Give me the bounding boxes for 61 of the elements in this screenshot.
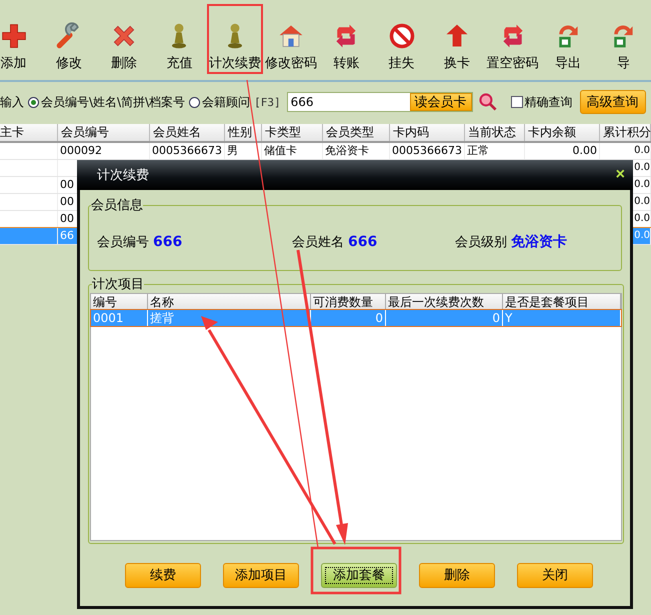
- table-cell: 0001: [91, 310, 148, 326]
- field-value: 免浴资卡: [511, 233, 567, 251]
- checkbox-label: 精确查询: [524, 94, 573, 110]
- column-header[interactable]: 会员姓名: [150, 124, 225, 141]
- table-cell: 正常: [465, 143, 525, 159]
- group-title: 计次项目: [92, 276, 144, 293]
- search-prefix-label: 输入: [0, 94, 24, 110]
- toolbar-button[interactable]: 换卡: [429, 0, 485, 74]
- table-cell: 0: [386, 310, 503, 326]
- radio-button[interactable]: [28, 96, 39, 108]
- column-header[interactable]: 主卡: [0, 124, 58, 141]
- column-header[interactable]: 性别: [225, 124, 262, 141]
- table-cell: 0005366673: [390, 143, 465, 159]
- exact-checkbox-option[interactable]: 精确查询: [510, 94, 573, 110]
- toolbar-button[interactable]: 修改密码: [262, 0, 319, 74]
- radio-option[interactable]: 会籍顾问: [189, 94, 250, 110]
- column-header[interactable]: 当前状态: [465, 124, 525, 141]
- toolbar-button[interactable]: 转账: [318, 0, 374, 74]
- checkbox[interactable]: [510, 96, 523, 108]
- column-header[interactable]: 会员编号: [58, 124, 150, 141]
- read-card-button[interactable]: 读会员卡: [410, 93, 472, 111]
- toolbar-button[interactable]: 导出: [540, 0, 596, 74]
- dialog-button[interactable]: 关闭: [517, 562, 593, 588]
- table-cell: 0.0: [600, 143, 651, 159]
- table-cell: 男: [225, 143, 262, 159]
- toolbar-button[interactable]: 计次续费: [206, 4, 263, 74]
- column-header[interactable]: 卡内余额: [525, 124, 600, 141]
- toolbar-button[interactable]: 挂失: [374, 0, 430, 74]
- advanced-search-button[interactable]: 高级查询: [580, 90, 646, 114]
- table-cell: Y: [503, 310, 621, 326]
- column-header[interactable]: 会员类型: [323, 124, 390, 141]
- toolbar-button[interactable]: 添加: [0, 0, 42, 74]
- field-label: 会员级别: [455, 234, 507, 251]
- table-cell: 000092: [58, 143, 150, 159]
- table-cell: 免浴资卡: [323, 143, 390, 159]
- toolbar-button[interactable]: 置空密码: [484, 0, 541, 74]
- radio-label: 会籍顾问: [202, 94, 250, 110]
- toolbar-button[interactable]: 导: [596, 0, 651, 74]
- table-cell: 0: [311, 310, 386, 326]
- column-header[interactable]: 累计积分: [600, 124, 651, 141]
- dialog-button[interactable]: 续费: [125, 562, 201, 588]
- dialog-button[interactable]: 添加项目: [223, 562, 299, 588]
- table-cell: 0005366673: [150, 143, 225, 159]
- hotkey-label: [F3]: [254, 96, 281, 108]
- search-icon: [476, 91, 499, 113]
- column-header[interactable]: 卡内码: [390, 124, 465, 141]
- table-cell: 0.00: [525, 143, 600, 159]
- field-value: 666: [348, 234, 378, 250]
- search-field[interactable]: 666 读会员卡: [286, 92, 473, 112]
- radio-button[interactable]: [189, 96, 200, 108]
- column-header[interactable]: 卡类型: [262, 124, 323, 141]
- field-value: 666: [153, 234, 182, 250]
- toolbar-button[interactable]: 修改: [41, 0, 96, 74]
- table-cell: 储值卡: [262, 143, 323, 159]
- plus-icon: [0, 22, 29, 50]
- toolbar-button[interactable]: 充值: [152, 0, 207, 74]
- table-row[interactable]: 000092 0005366673 男 储值卡 免浴资卡 0005366673 正常 0.00 0.0: [0, 143, 651, 160]
- field-label: 会员姓名: [292, 234, 344, 251]
- dialog-button[interactable]: 添加套餐: [321, 562, 397, 588]
- dialog-button[interactable]: 删除: [419, 562, 495, 588]
- toolbar-button[interactable]: 删除: [96, 0, 152, 74]
